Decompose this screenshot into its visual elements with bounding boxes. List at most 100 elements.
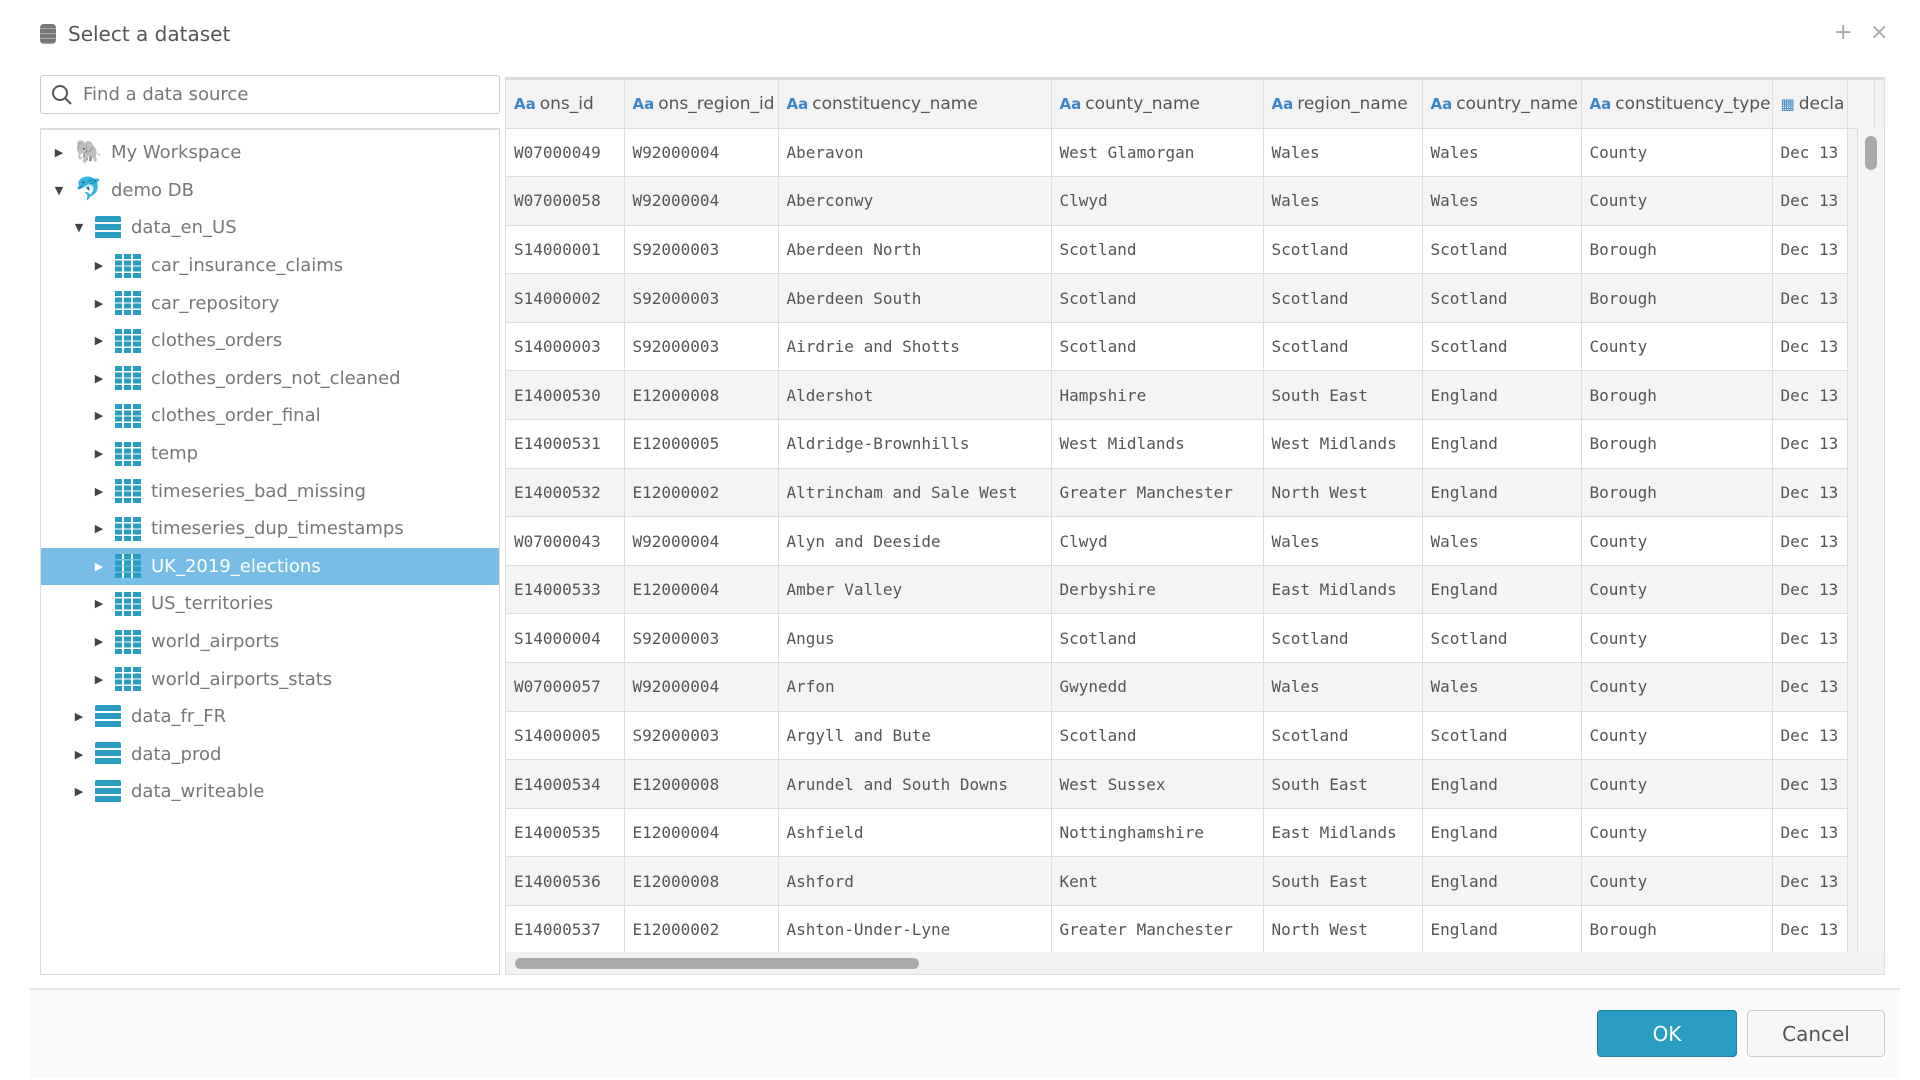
table-cell: Aberdeen North	[778, 225, 1052, 275]
collapse-arrow-icon[interactable]: ▼	[69, 221, 89, 234]
table-cell: Aldershot	[778, 370, 1052, 421]
table-cell: S92000003	[624, 711, 779, 761]
expand-arrow-icon[interactable]: ▶	[89, 259, 109, 272]
table-cell: Scotland	[1263, 273, 1423, 323]
table-cell: South East	[1263, 370, 1423, 421]
table-cell: Scotland	[1422, 613, 1582, 664]
table-cell: West Glamorgan	[1051, 128, 1264, 178]
tree-item-us-territories[interactable]: ▶ US_territories	[41, 585, 499, 623]
expand-arrow-icon[interactable]: ▶	[89, 409, 109, 422]
tree-item-label: clothes_orders	[151, 330, 283, 352]
collapse-arrow-icon[interactable]: ▼	[49, 184, 69, 197]
expand-arrow-icon[interactable]: ▶	[89, 635, 109, 648]
expand-arrow-icon[interactable]: ▶	[89, 522, 109, 535]
column-header-ons_id[interactable]: Aa ons_id	[506, 80, 625, 129]
expand-arrow-icon[interactable]: ▶	[89, 597, 109, 610]
table-cell: E12000002	[624, 468, 779, 518]
column-header-region_name[interactable]: Aa region_name	[1263, 80, 1423, 129]
expand-arrow-icon[interactable]: ▶	[89, 372, 109, 385]
table-cell: E12000004	[624, 808, 779, 858]
table-row: W07000058 W92000004 Aberconwy Clwyd Wales Wal…	[506, 176, 1874, 226]
horizontal-scrollbar[interactable]	[506, 952, 1857, 974]
ok-button[interactable]: OK	[1597, 1010, 1737, 1057]
tree-item-label: US_territories	[151, 593, 274, 615]
column-header-county_name[interactable]: Aa county_name	[1051, 80, 1264, 129]
tree-item-world-airports-stats[interactable]: ▶ world_airports_stats	[41, 660, 499, 698]
table-cell: Dec 13	[1772, 176, 1848, 226]
tree-item-uk-2019-elections[interactable]: ▶ UK_2019_elections	[41, 547, 499, 586]
table-cell: Dec 13	[1772, 662, 1848, 712]
vertical-scrollbar[interactable]	[1857, 128, 1884, 952]
add-icon[interactable]: +	[1834, 20, 1852, 45]
table-icon	[115, 516, 141, 541]
calendar-icon: ▦	[1780, 94, 1795, 113]
tree-item-demo-db[interactable]: ▼ 🐬 demo DB	[41, 172, 499, 210]
column-name: country_name	[1456, 93, 1578, 114]
tree-item-clothes-orders-not-cleaned[interactable]: ▶ clothes_orders_not_cleaned	[41, 360, 499, 398]
table-cell: County	[1581, 759, 1773, 809]
tree-item-clothes-order-final[interactable]: ▶ clothes_order_final	[41, 397, 499, 435]
expand-arrow-icon[interactable]: ▶	[89, 447, 109, 460]
table-cell: Dec 13	[1772, 565, 1848, 615]
tree-item-data-prod[interactable]: ▶ data_prod	[41, 736, 499, 774]
table-cell: England	[1422, 905, 1582, 955]
schema-icon	[95, 779, 121, 804]
horizontal-scroll-thumb[interactable]	[515, 958, 919, 969]
table-cell: W92000004	[624, 176, 779, 226]
table-cell: England	[1422, 419, 1582, 469]
table-cell: W07000043	[506, 516, 625, 566]
tree-item-data-writeable[interactable]: ▶ data_writeable	[41, 773, 499, 811]
table-cell: South East	[1263, 759, 1423, 809]
expand-arrow-icon[interactable]: ▶	[89, 560, 109, 573]
table-cell: Dec 13	[1772, 370, 1848, 421]
table-icon	[115, 253, 141, 278]
tree-item-data-en-us[interactable]: ▼ data_en_US	[41, 209, 499, 247]
expand-arrow-icon[interactable]: ▶	[89, 673, 109, 686]
table-cell: Dec 13	[1772, 128, 1848, 178]
table-icon	[115, 629, 141, 654]
table-cell: Dec 13	[1772, 322, 1848, 372]
expand-arrow-icon[interactable]: ▶	[89, 334, 109, 347]
table-cell: E12000002	[624, 905, 779, 955]
expand-arrow-icon[interactable]: ▶	[89, 297, 109, 310]
column-header-constituency_name[interactable]: Aa constituency_name	[778, 80, 1052, 129]
column-header-ons_region_id[interactable]: Aa ons_region_id	[624, 80, 779, 129]
tree-item-world-airports[interactable]: ▶ world_airports	[41, 623, 499, 661]
schema-icon	[95, 215, 121, 240]
search-input[interactable]	[83, 84, 483, 105]
table-cell: Scotland	[1051, 322, 1264, 372]
tree-item-car-repository[interactable]: ▶ car_repository	[41, 284, 499, 322]
table-cell: S14000001	[506, 225, 625, 275]
tree-item-car-insurance-claims[interactable]: ▶ car_insurance_claims	[41, 247, 499, 285]
table-cell: Dec 13	[1772, 856, 1848, 906]
tree-item-data-fr-fr[interactable]: ▶ data_fr_FR	[41, 698, 499, 736]
table-cell: Scotland	[1422, 225, 1582, 275]
expand-arrow-icon[interactable]: ▶	[69, 748, 89, 761]
expand-arrow-icon[interactable]: ▶	[89, 485, 109, 498]
tree-item-label: timeseries_dup_timestamps	[151, 518, 404, 540]
search-box[interactable]	[40, 75, 500, 114]
column-header-constituency_type[interactable]: Aa constituency_type	[1581, 80, 1773, 129]
tree-item-my-workspace[interactable]: ▶ 🐘 My Workspace	[41, 134, 499, 172]
table-cell: Dec 13	[1772, 516, 1848, 566]
text-type-icon: Aa	[1430, 94, 1453, 113]
table-row: S14000003 S92000003 Airdrie and Shotts Scot…	[506, 322, 1874, 372]
close-icon[interactable]: ×	[1870, 20, 1888, 45]
table-cell: County	[1581, 808, 1773, 858]
table-cell: Scotland	[1422, 273, 1582, 323]
tree-item-timeseries-dup-timestamps[interactable]: ▶ timeseries_dup_timestamps	[41, 510, 499, 548]
expand-arrow-icon[interactable]: ▶	[69, 710, 89, 723]
column-header-decla[interactable]: ▦ decla	[1772, 80, 1848, 129]
tree-item-label: timeseries_bad_missing	[151, 480, 366, 502]
tree-item-timeseries-bad-missing[interactable]: ▶ timeseries_bad_missing	[41, 472, 499, 510]
tree-item-temp[interactable]: ▶ temp	[41, 435, 499, 473]
expand-arrow-icon[interactable]: ▶	[69, 785, 89, 798]
vertical-scroll-thumb[interactable]	[1865, 136, 1877, 170]
expand-arrow-icon[interactable]: ▶	[49, 146, 69, 159]
table-row: E14000532 E12000002 Altrincham and Sale We…	[506, 468, 1874, 518]
column-header-country_name[interactable]: Aa country_name	[1422, 80, 1582, 129]
cancel-button[interactable]: Cancel	[1747, 1010, 1885, 1057]
table-cell: E14000530	[506, 370, 625, 421]
table-cell: Hampshire	[1051, 370, 1264, 421]
tree-item-clothes-orders[interactable]: ▶ clothes_orders	[41, 322, 499, 360]
